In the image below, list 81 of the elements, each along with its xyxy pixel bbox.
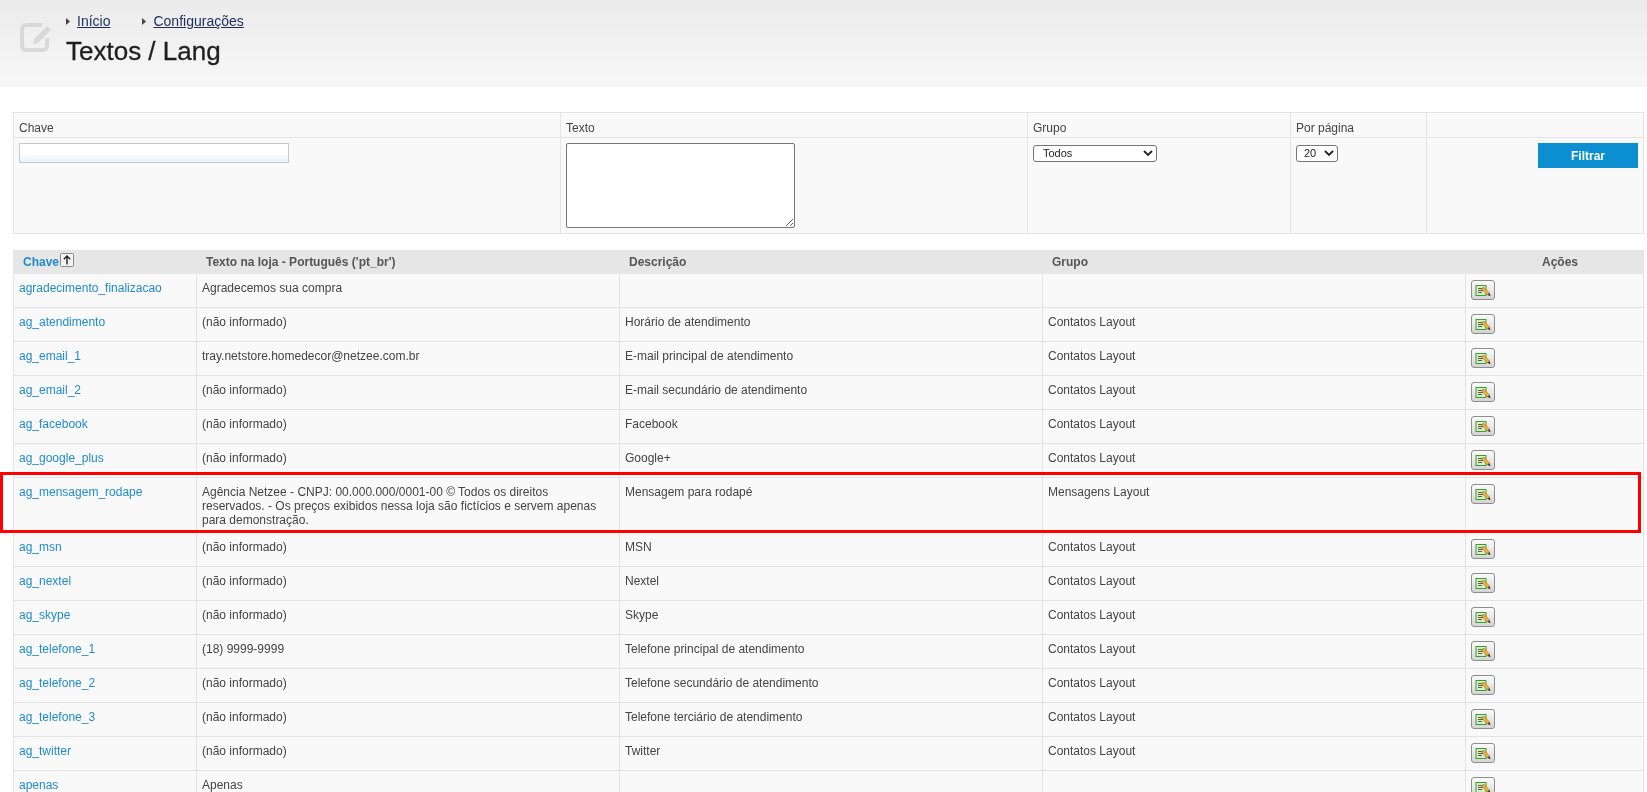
group-text: Contatos Layout <box>1048 540 1136 554</box>
key-link[interactable]: ag_twitter <box>19 744 72 758</box>
breadcrumb-link[interactable]: Configurações <box>153 13 244 29</box>
filter-label: Texto <box>566 121 595 135</box>
description-text: Telefone secundário de atendimento <box>625 676 819 690</box>
key-link[interactable]: ag_telefone_2 <box>19 676 96 690</box>
page-title: Textos / Lang <box>66 35 222 67</box>
caret-right-icon <box>142 17 147 25</box>
pencil-square-icon <box>20 20 52 52</box>
column-heading: Texto na loja - Português ('pt_br') <box>206 255 396 269</box>
key-link[interactable]: ag_google_plus <box>19 451 104 465</box>
filter-label: Por página <box>1296 121 1355 135</box>
filter-button[interactable]: Filtrar <box>1538 143 1638 168</box>
key-input-field[interactable] <box>19 143 289 163</box>
group-text: Mensagens Layout <box>1048 485 1150 499</box>
store-text: (não informado) <box>202 744 287 758</box>
group-text: Contatos Layout <box>1048 451 1136 465</box>
key-link[interactable]: ag_msn <box>19 540 62 554</box>
key-link[interactable]: ag_telefone_3 <box>19 710 96 724</box>
group-text: Contatos Layout <box>1048 349 1136 363</box>
store-text: (não informado) <box>202 540 287 554</box>
text-area-field[interactable] <box>566 143 795 228</box>
key-link[interactable]: agradecimento_finalizacao <box>19 281 162 295</box>
arrow-up-icon[interactable] <box>60 253 75 267</box>
description-text: Facebook <box>625 417 678 431</box>
dropdown-select[interactable]: 20 <box>1296 144 1338 162</box>
description-text: Mensagem para rodapé <box>625 485 753 499</box>
description-text: Telefone terciário de atendimento <box>625 710 803 724</box>
key-link[interactable]: ag_atendimento <box>19 315 106 329</box>
group-text: Contatos Layout <box>1048 744 1136 758</box>
group-text: Contatos Layout <box>1048 676 1136 690</box>
chevron-down-icon[interactable] <box>1143 150 1153 156</box>
group-text: Contatos Layout <box>1048 608 1136 622</box>
caret-right-icon <box>66 17 70 25</box>
store-text: (não informado) <box>202 574 287 588</box>
store-text: Agência Netzee - CNPJ: 00.000.000/0001-00 © Todos os direitos reservados. - Os preços exibidos nessa loja são fictícios e servem apenas para demonstração. <box>202 485 598 527</box>
column-heading: Grupo <box>1052 255 1088 269</box>
dropdown-select[interactable]: Todos <box>1033 144 1157 162</box>
store-text: (não informado) <box>202 417 287 431</box>
group-text: Contatos Layout <box>1048 383 1136 397</box>
store-text: (18) 9999-9999 <box>202 642 285 656</box>
edit-button[interactable] <box>1471 777 1495 792</box>
key-link[interactable]: ag_mensagem_rodape <box>19 485 143 499</box>
description-text: E-mail principal de atendimento <box>625 349 794 363</box>
description-text: Nextel <box>625 574 659 588</box>
group-text: Contatos Layout <box>1048 710 1136 724</box>
key-link[interactable]: ag_nextel <box>19 574 72 588</box>
store-text: (não informado) <box>202 451 287 465</box>
description-text: Twitter <box>625 744 661 758</box>
filter-label: Chave <box>19 121 54 135</box>
store-text: Agradecemos sua compra <box>202 281 343 295</box>
store-text: tray.netstore.homedecor@netzee.com.br <box>202 349 420 363</box>
description-text: E-mail secundário de atendimento <box>625 383 808 397</box>
store-text: (não informado) <box>202 383 287 397</box>
description-text: Horário de atendimento <box>625 315 751 329</box>
group-text: Contatos Layout <box>1048 417 1136 431</box>
store-text: (não informado) <box>202 710 287 724</box>
key-link[interactable]: ag_telefone_1 <box>19 642 96 656</box>
key-link[interactable]: ag_facebook <box>19 417 88 431</box>
breadcrumb-link[interactable]: Início <box>77 13 111 29</box>
group-text: Contatos Layout <box>1048 642 1136 656</box>
group-text: Contatos Layout <box>1048 574 1136 588</box>
description-text: MSN <box>625 540 652 554</box>
key-link[interactable]: ag_skype <box>19 608 71 622</box>
store-text: (não informado) <box>202 315 287 329</box>
column-heading[interactable]: Chave <box>23 255 60 269</box>
store-text: Apenas <box>202 778 243 792</box>
column-heading: Descrição <box>629 255 687 269</box>
document-pencil-icon[interactable] <box>1475 780 1491 792</box>
group-text: Contatos Layout <box>1048 315 1136 329</box>
filter-label: Grupo <box>1033 121 1067 135</box>
store-text: (não informado) <box>202 608 287 622</box>
description-text: Skype <box>625 608 659 622</box>
description-text: Telefone principal de atendimento <box>625 642 805 656</box>
key-link[interactable]: ag_email_1 <box>19 349 82 363</box>
key-link[interactable]: ag_email_2 <box>19 383 82 397</box>
column-heading: Ações <box>1542 255 1579 269</box>
description-text: Google+ <box>625 451 671 465</box>
chevron-down-icon[interactable] <box>1324 150 1334 156</box>
key-link[interactable]: apenas <box>19 778 59 792</box>
store-text: (não informado) <box>202 676 287 690</box>
